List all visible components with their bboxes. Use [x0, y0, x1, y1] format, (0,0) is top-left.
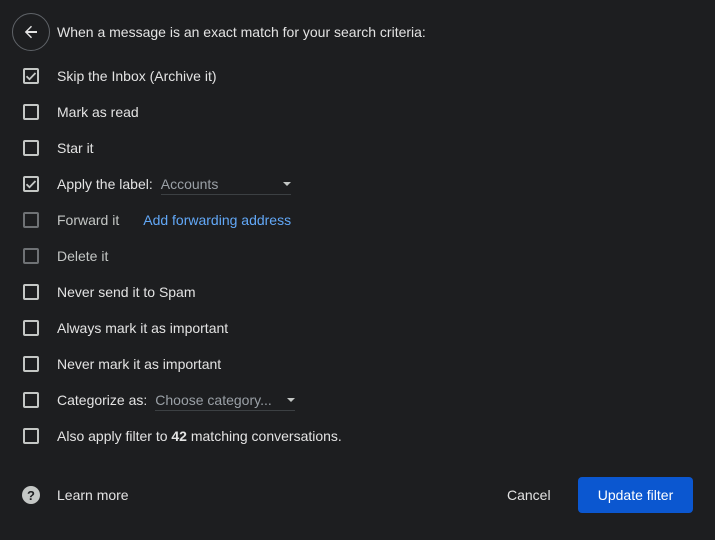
add-forwarding-address-link[interactable]: Add forwarding address	[143, 212, 291, 228]
never-important-checkbox[interactable]	[23, 356, 39, 372]
option-delete: Delete it	[23, 246, 108, 266]
learn-more-link[interactable]: Learn more	[57, 487, 129, 503]
category-select-value: Choose category...	[155, 391, 272, 408]
star-label[interactable]: Star it	[57, 140, 94, 156]
option-never-important: Never mark it as important	[23, 354, 221, 374]
also-apply-suffix: matching conversations.	[190, 428, 342, 444]
option-apply-label: Apply the label: Accounts	[23, 174, 291, 195]
checkmark-icon	[25, 180, 37, 189]
always-important-checkbox[interactable]	[23, 320, 39, 336]
also-apply-checkbox[interactable]	[23, 428, 39, 444]
label-select-value: Accounts	[160, 175, 219, 192]
checkmark-icon	[25, 72, 37, 81]
mark-read-label[interactable]: Mark as read	[57, 104, 139, 120]
matching-count: 42	[171, 428, 187, 444]
option-star: Star it	[23, 138, 94, 158]
back-button[interactable]	[12, 13, 50, 51]
categorize-label[interactable]: Categorize as:	[57, 392, 147, 408]
never-important-label[interactable]: Never mark it as important	[57, 356, 221, 372]
delete-label: Delete it	[57, 248, 109, 264]
option-also-apply: Also apply filter to 42 matching convers…	[23, 426, 342, 446]
forward-label: Forward it	[57, 212, 120, 228]
also-apply-prefix: Also apply filter to	[57, 428, 168, 444]
delete-checkbox	[23, 248, 39, 264]
option-never-spam: Never send it to Spam	[23, 282, 196, 302]
apply-label-checkbox[interactable]	[23, 176, 39, 192]
arrow-back-icon	[24, 25, 37, 39]
forward-checkbox	[23, 212, 39, 228]
skip-inbox-checkbox[interactable]	[23, 68, 39, 84]
label-select[interactable]: Accounts	[160, 174, 291, 195]
star-checkbox[interactable]	[23, 140, 39, 156]
never-spam-checkbox[interactable]	[23, 284, 39, 300]
header-text: When a message is an exact match for you…	[57, 24, 426, 40]
option-categorize: Categorize as: Choose category...	[23, 390, 296, 411]
dropdown-caret-icon	[282, 181, 291, 186]
categorize-checkbox[interactable]	[23, 392, 39, 408]
filter-actions-header: When a message is an exact match for you…	[12, 12, 426, 52]
cancel-button[interactable]: Cancel	[496, 477, 562, 513]
help-icon[interactable]: ?	[22, 486, 40, 504]
option-skip-inbox: Skip the Inbox (Archive it)	[23, 66, 217, 86]
update-filter-button[interactable]: Update filter	[578, 477, 693, 513]
also-apply-label[interactable]: Also apply filter to 42 matching convers…	[57, 428, 342, 444]
always-important-label[interactable]: Always mark it as important	[57, 320, 228, 336]
apply-label-label[interactable]: Apply the label:	[57, 176, 153, 192]
help-area: ? Learn more	[22, 486, 129, 504]
option-forward: Forward it Add forwarding address	[23, 210, 291, 230]
option-mark-read: Mark as read	[23, 102, 139, 122]
option-always-important: Always mark it as important	[23, 318, 228, 338]
category-select[interactable]: Choose category...	[155, 390, 296, 411]
dropdown-caret-icon	[287, 397, 296, 402]
skip-inbox-label[interactable]: Skip the Inbox (Archive it)	[57, 68, 217, 84]
never-spam-label[interactable]: Never send it to Spam	[57, 284, 196, 300]
mark-read-checkbox[interactable]	[23, 104, 39, 120]
